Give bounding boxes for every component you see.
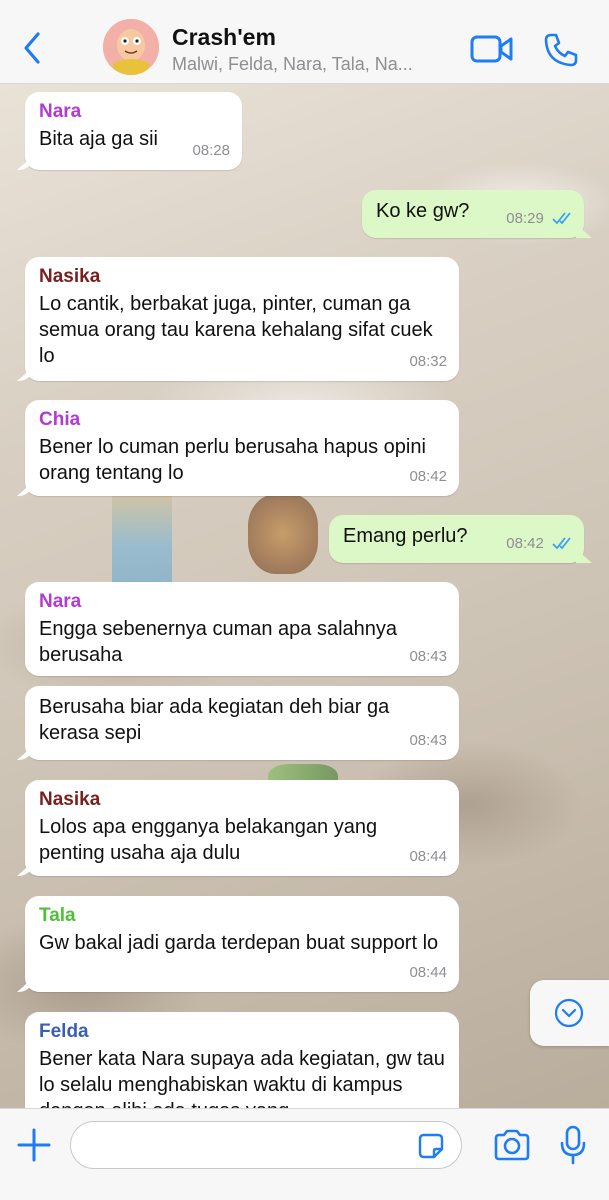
- message-text: Berusaha biar ada kegiatan deh biar ga k…: [39, 696, 390, 744]
- read-ticks-icon: [552, 212, 571, 225]
- message-bubble[interactable]: Tala Gw bakal jadi garda terdepan buat s…: [25, 896, 459, 992]
- composer-bar: [0, 1108, 609, 1200]
- camera-icon[interactable]: [493, 1129, 531, 1161]
- message-time: 08:44: [409, 964, 447, 981]
- message-text: Engga sebenernya cuman apa salahnya beru…: [39, 618, 398, 666]
- message-bubble[interactable]: Nara Engga sebenernya cuman apa salahnya…: [25, 582, 459, 676]
- message-time: 08:32: [409, 353, 447, 370]
- sender-name: Chia: [39, 409, 81, 430]
- chat-header: Crash'em Malwi, Felda, Nara, Tala, Na...: [0, 0, 609, 84]
- sender-name: Nara: [39, 101, 82, 122]
- message-time: 08:42: [409, 468, 447, 485]
- message-time: 08:44: [409, 848, 447, 865]
- message-text: Lo cantik, berbakat juga, pinter, cuman …: [39, 293, 433, 367]
- message-text: Bener kata Nara supaya ada kegiatan, gw …: [39, 1048, 445, 1108]
- voice-call-icon[interactable]: [543, 32, 579, 68]
- message-bubble[interactable]: Felda Bener kata Nara supaya ada kegiata…: [25, 1012, 459, 1108]
- sender-name: Nara: [39, 591, 82, 612]
- sticker-icon[interactable]: [416, 1131, 446, 1161]
- message-bubble[interactable]: Nara Bita aja ga sii 08:28: [25, 92, 242, 170]
- message-time: 08:28: [192, 142, 230, 159]
- message-text: Lolos apa engganya belakangan yang penti…: [39, 816, 378, 864]
- message-bubble[interactable]: Berusaha biar ada kegiatan deh biar ga k…: [25, 686, 459, 760]
- group-avatar[interactable]: [103, 19, 159, 75]
- message-bubble[interactable]: Ko ke gw? 08:29: [362, 190, 584, 238]
- message-text: Bener lo cuman perlu berusaha hapus opin…: [39, 436, 426, 484]
- message-bubble[interactable]: Chia Bener lo cuman perlu berusaha hapus…: [25, 400, 459, 496]
- message-text: Gw bakal jadi garda terdepan buat suppor…: [39, 932, 439, 954]
- read-ticks-icon: [552, 537, 571, 550]
- sender-name: Nasika: [39, 266, 101, 287]
- chevron-down-icon: [554, 998, 584, 1028]
- scroll-to-bottom-button[interactable]: [530, 980, 609, 1046]
- message-list[interactable]: Nara Bita aja ga sii 08:28 Ko ke gw? 08:…: [0, 84, 609, 1108]
- sender-name: Tala: [39, 905, 76, 926]
- background-photo: [248, 494, 318, 574]
- message-time: 08:29: [506, 206, 574, 232]
- message-input[interactable]: [70, 1121, 462, 1169]
- message-bubble[interactable]: Nasika Lolos apa engganya belakangan yan…: [25, 780, 459, 876]
- plus-icon[interactable]: [16, 1127, 52, 1163]
- message-bubble[interactable]: Emang perlu? 08:42: [329, 515, 584, 563]
- video-call-icon[interactable]: [470, 34, 514, 64]
- message-time: 08:43: [409, 732, 447, 749]
- back-icon[interactable]: [18, 30, 48, 66]
- chat-title[interactable]: Crash'em: [172, 24, 276, 51]
- sender-name: Nasika: [39, 789, 101, 810]
- message-bubble[interactable]: Nasika Lo cantik, berbakat juga, pinter,…: [25, 257, 459, 381]
- sender-name: Felda: [39, 1021, 89, 1042]
- message-time: 08:42: [506, 531, 574, 557]
- microphone-icon[interactable]: [559, 1125, 587, 1165]
- message-time: 08:43: [409, 648, 447, 665]
- chat-members[interactable]: Malwi, Felda, Nara, Tala, Na...: [172, 54, 452, 75]
